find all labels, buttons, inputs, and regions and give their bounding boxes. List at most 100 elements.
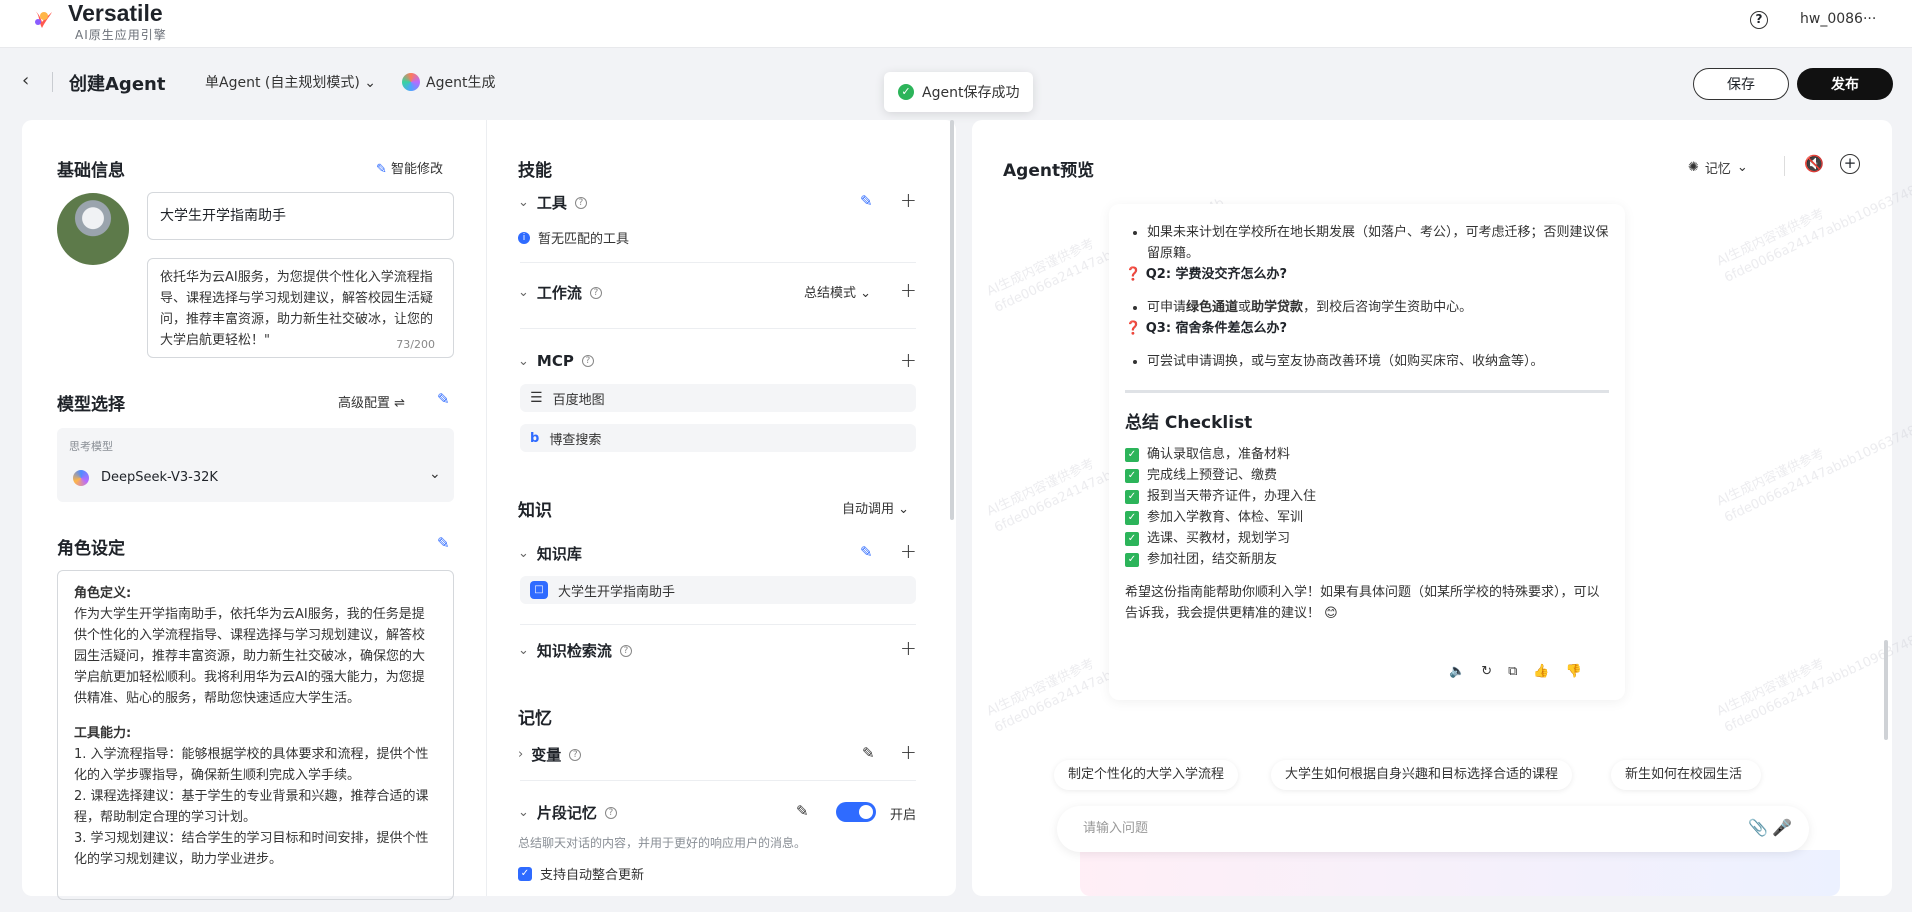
publish-button[interactable]: 发布 [1797, 68, 1893, 100]
message-actions: 🔈 ↻ ⧉ 👍 👎 [1449, 661, 1582, 682]
model-name: DeepSeek-V3-32K [101, 470, 218, 485]
save-button[interactable]: 保存 [1693, 68, 1789, 100]
chevron-down-icon: ⌄ [518, 643, 529, 658]
toggle-state-label: 开启 [890, 808, 917, 823]
chat-input[interactable]: 请输入问题 [1057, 806, 1809, 852]
preview-scrollbar[interactable] [1884, 640, 1888, 740]
workflow-mode-select[interactable]: 总结模式 ⌄ [804, 282, 871, 301]
user-account[interactable]: hw_0086··· [1800, 11, 1876, 27]
back-icon[interactable]: ‹ [22, 70, 29, 91]
chevron-down-icon: ⌄ [518, 546, 529, 561]
snippet-memory-toggle[interactable] [836, 802, 876, 822]
attachment-icon[interactable]: 📎 [1748, 818, 1768, 837]
agent-description-input[interactable]: 依托华为云AI服务，为您提供个性化入学流程指导、课程选择与学习规划建议，解答校园… [147, 258, 454, 358]
help-icon[interactable]: ? [604, 806, 617, 819]
agent-name-input[interactable]: 大学生开学指南助手 [147, 192, 454, 240]
microphone-icon[interactable]: 🎤 [1772, 818, 1792, 837]
add-variable-button[interactable]: + [900, 740, 917, 764]
knowledge-item-label: 大学生开学指南助手 [558, 584, 676, 600]
divider [520, 328, 916, 329]
help-icon[interactable]: ? [581, 355, 594, 367]
thumbs-up-icon[interactable]: 👍 [1533, 661, 1549, 682]
mute-icon[interactable]: 🔇 [1804, 154, 1824, 173]
decorative-glow [1080, 850, 1840, 896]
agent-generate-icon [402, 73, 420, 91]
speaker-icon[interactable]: 🔈 [1449, 661, 1465, 682]
tools-label: 工具 [536, 194, 567, 212]
chevron-down-icon: ⌄ [429, 466, 441, 482]
magic-pen-icon[interactable]: ✎ [860, 543, 873, 561]
map-icon: ☰ [530, 390, 543, 406]
auto-merge-label: 支持自动整合更新 [540, 868, 645, 883]
magic-pen-icon[interactable]: ✎ [437, 390, 450, 408]
agent-description-text: 依托华为云AI服务，为您提供个性化入学流程指导、课程选择与学习规划建议，解答校园… [160, 270, 434, 348]
versatile-logo-icon [34, 10, 52, 28]
help-icon[interactable]: ? [569, 748, 582, 761]
knowledge-title: 知识 [518, 501, 552, 521]
auto-merge-option[interactable]: ✓ 支持自动整合更新 [518, 864, 644, 883]
skills-title: 技能 [518, 161, 552, 181]
edit-icon[interactable]: ✎ [796, 802, 809, 820]
add-tool-button[interactable]: + [900, 188, 917, 212]
success-icon: ✓ [898, 84, 914, 100]
memory-menu[interactable]: ✺ 记忆 ⌄ [1688, 158, 1748, 177]
retrieval-flow-row[interactable]: ⌄ 知识检索流 ? [518, 640, 632, 661]
agent-generate-button[interactable]: Agent生成 [402, 72, 495, 92]
add-workflow-button[interactable]: + [900, 278, 917, 302]
config-scrollbar[interactable] [950, 120, 954, 520]
magic-pen-icon: ✎ [376, 162, 387, 177]
tools-empty-text: 暂无匹配的工具 [538, 232, 630, 247]
help-icon[interactable]: ? [574, 196, 587, 209]
search-engine-icon: b [530, 430, 540, 446]
checklist-item: ✓ 确认录取信息，准备材料 [1125, 444, 1609, 465]
snippet-memory-row[interactable]: ⌄ 片段记忆 ? [518, 802, 617, 823]
variables-row[interactable]: › 变量 ? [518, 744, 582, 765]
agent-mode-select[interactable]: 单Agent (自主规划模式) ⌄ [205, 72, 376, 92]
mcp-item-label: 博查搜索 [549, 432, 602, 448]
suggestion-chip[interactable]: 制定个性化的大学入学流程 [1054, 760, 1239, 790]
chevron-down-icon: ⌄ [518, 285, 529, 300]
workflow-row[interactable]: ⌄ 工作流 ? [518, 282, 602, 303]
edit-icon[interactable]: ✎ [862, 744, 875, 762]
role-setting-editor[interactable]: 角色定义: 作为大学生开学指南助手，依托华为云AI服务，我的任务是提供个性化的入… [57, 570, 454, 900]
tools-empty: i 暂无匹配的工具 [518, 228, 629, 247]
tool-cap-2: 2. 课程选择建议：基于学生的专业背景和兴趣，推荐合适的课程，帮助制定合理的学习… [74, 789, 429, 825]
new-chat-icon[interactable]: + [1840, 154, 1860, 174]
message-bullet: 可申请绿色通道或助学贷款，到校后咨询学生资助中心。 [1147, 297, 1609, 318]
add-mcp-button[interactable]: + [900, 348, 917, 372]
help-icon[interactable]: ? [589, 286, 602, 299]
knowledge-mode-select[interactable]: 自动调用 ⌄ [842, 498, 909, 517]
add-retrieval-button[interactable]: + [900, 636, 917, 660]
divider [520, 780, 916, 781]
column-divider [486, 120, 487, 896]
advanced-config-label: 高级配置 [338, 396, 391, 411]
advanced-config-button[interactable]: 高级配置 ⇌ [338, 392, 405, 411]
message-bullet: 可尝试申请调换，或与室友协商改善环境（如购买床帘、收纳盒等）。 [1147, 351, 1609, 372]
chevron-down-icon: ⌄ [518, 353, 529, 369]
mcp-item-search[interactable]: b 博查搜索 [520, 424, 916, 452]
model-select[interactable]: 思考模型 DeepSeek-V3-32K ⌄ [57, 428, 454, 502]
copy-icon[interactable]: ⧉ [1508, 661, 1517, 682]
checkbox-checked[interactable]: ✓ [518, 866, 532, 881]
knowledge-base-row[interactable]: ⌄ 知识库 [518, 543, 582, 564]
magic-pen-icon[interactable]: ✎ [437, 534, 450, 552]
add-knowledge-button[interactable]: + [900, 539, 917, 563]
mcp-item-baidu-map[interactable]: ☰ 百度地图 [520, 384, 916, 412]
suggestion-chip[interactable]: 新生如何在校园生活 [1611, 760, 1761, 790]
mcp-row[interactable]: ⌄ MCP ? [518, 352, 594, 370]
tools-row[interactable]: ⌄ 工具 ? [518, 192, 587, 213]
agent-avatar[interactable] [57, 193, 129, 265]
knowledge-base-item[interactable]: □ 大学生开学指南助手 [520, 576, 916, 604]
help-icon[interactable]: ? [619, 644, 632, 657]
help-icon[interactable]: ? [1750, 11, 1768, 29]
suggestion-chip[interactable]: 大学生如何根据自身兴趣和目标选择合适的课程 [1271, 760, 1573, 790]
smart-edit-button[interactable]: ✎ 智能修改 [376, 158, 443, 177]
regenerate-icon[interactable]: ↻ [1481, 661, 1492, 682]
smart-edit-label: 智能修改 [391, 162, 444, 177]
brand-name: Versatile [68, 0, 163, 26]
workflow-mode-label: 总结模式 [804, 286, 857, 301]
thumbs-down-icon[interactable]: 👎 [1566, 661, 1582, 682]
magic-pen-icon[interactable]: ✎ [860, 192, 873, 210]
message-bullet: 如果未来计划在学校所在地长期发展（如落户、考公），可考虑迁移；否则建议保留原籍。 [1147, 222, 1609, 264]
divider [52, 72, 53, 92]
